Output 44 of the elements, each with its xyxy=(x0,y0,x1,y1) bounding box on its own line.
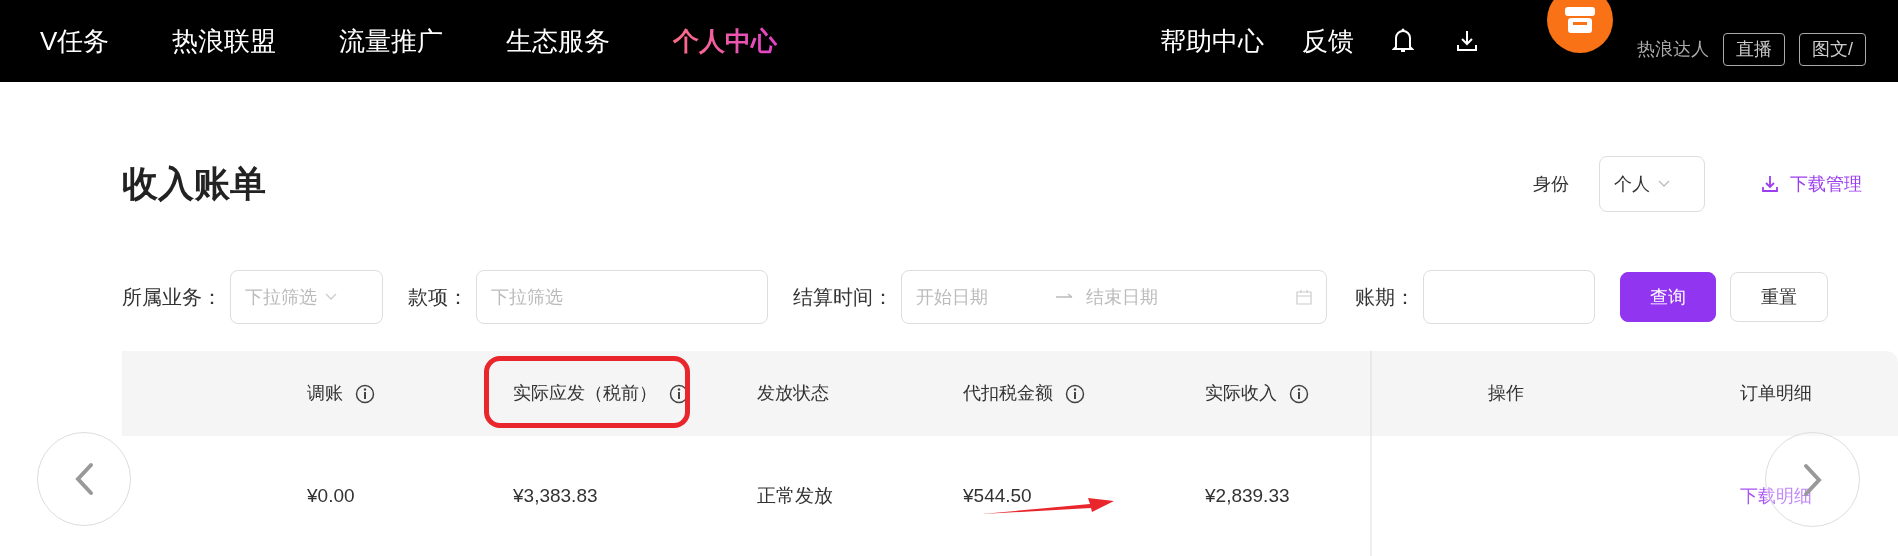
column-header: 订单明细 xyxy=(1740,382,1812,405)
nav-tab[interactable]: 流量推广 xyxy=(339,21,444,61)
identity-label: 身份 xyxy=(1533,172,1569,196)
avatar[interactable] xyxy=(1547,0,1613,53)
table-cell-text: ¥544.50 xyxy=(963,483,1032,508)
nav-tab[interactable]: V任务 xyxy=(40,21,110,61)
chevron-left-icon xyxy=(74,462,94,496)
column-header: 调账 xyxy=(307,382,343,405)
column-header: 发放状态 xyxy=(757,382,829,405)
table-cell-text: ¥3,383.83 xyxy=(513,483,598,508)
download-manage-link[interactable]: 下载管理 xyxy=(1762,170,1862,198)
column-header: 实际收入 xyxy=(1205,382,1277,405)
nav-link[interactable]: 反馈 xyxy=(1302,21,1354,61)
nav-link[interactable]: 帮助中心 xyxy=(1160,21,1264,61)
table-cell-text: ¥0.00 xyxy=(307,483,355,508)
filter-label: 账期： xyxy=(1355,285,1415,310)
arrow-right-icon xyxy=(1056,293,1074,301)
chevron-down-icon xyxy=(1658,180,1670,188)
download-icon xyxy=(1762,175,1778,193)
info-icon[interactable] xyxy=(1065,383,1085,404)
filter-label: 款项： xyxy=(408,285,468,310)
calendar-icon xyxy=(1296,289,1312,305)
search-button[interactable]: 查询 xyxy=(1620,272,1716,322)
user-tag[interactable]: 直播 xyxy=(1723,33,1785,66)
download-icon[interactable] xyxy=(1456,29,1478,53)
nav-tab[interactable]: 热浪联盟 xyxy=(172,21,277,61)
info-icon[interactable] xyxy=(1289,383,1309,404)
column-header: 代扣税金额 xyxy=(963,382,1053,405)
column-header: 操作 xyxy=(1488,382,1524,405)
chevron-down-icon xyxy=(325,293,337,301)
page-title: 收入账单 xyxy=(122,162,266,206)
bell-icon[interactable] xyxy=(1392,27,1414,55)
user-tag[interactable]: 图文/ xyxy=(1799,33,1866,66)
table-cell-text: 正常发放 xyxy=(757,483,833,508)
filter-label: 所属业务： xyxy=(122,285,222,310)
column-header: 实际应发（税前） xyxy=(513,382,657,405)
filter-label: 结算时间： xyxy=(793,285,893,310)
nav-tab[interactable]: 生态服务 xyxy=(506,21,611,61)
input-field[interactable] xyxy=(1423,270,1595,324)
user-role: 热浪达人 xyxy=(1637,38,1709,61)
table-cell-text: ¥2,839.33 xyxy=(1205,483,1290,508)
info-icon[interactable] xyxy=(355,383,375,404)
reset-button[interactable]: 重置 xyxy=(1730,272,1828,322)
identity-select[interactable]: 个人 xyxy=(1599,156,1705,212)
